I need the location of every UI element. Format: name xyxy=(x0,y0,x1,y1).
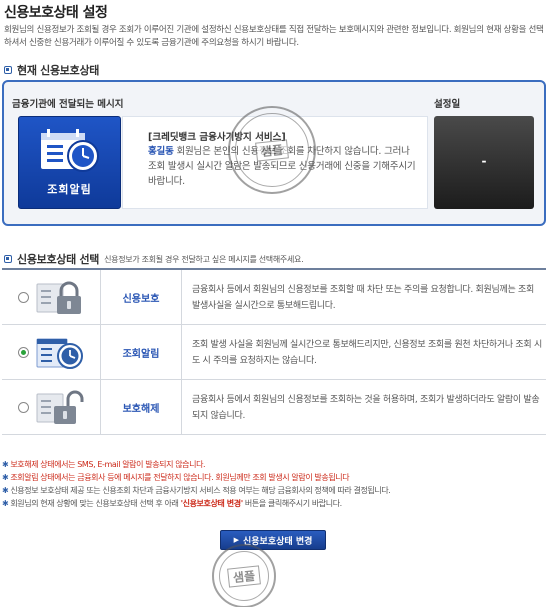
page-title: 신용보호상태 설정 xyxy=(4,5,108,21)
calendar-clock-icon xyxy=(41,129,99,172)
date-tile: - xyxy=(434,116,534,209)
note-text: 회원님의 현재 상황에 맞는 신용보호상태 선택 후 아래 xyxy=(10,499,181,508)
option-name-alert[interactable]: 조회알림 xyxy=(100,325,182,380)
notes-list: ✱ 보호해제 상태에서는 SMS, E-mail 알람이 발송되지 않습니다. ✱… xyxy=(2,458,546,510)
current-status-heading: 현재 신용보호상태 xyxy=(4,62,99,78)
note-item: ✱ 보호해제 상태에서는 SMS, E-mail 알람이 발송되지 않습니다. xyxy=(2,458,546,471)
sample-stamp-text: 샘플 xyxy=(255,138,289,162)
option-row-protect[interactable]: 신용보호 금융회사 등에서 회원님의 신용정보를 조회할 때 차단 또는 주의를… xyxy=(2,270,546,325)
note-text: 버튼을 클릭해주시기 바랍니다. xyxy=(242,499,342,508)
note-item: ✱ 조회알림 상태에서는 금융회사 등에 메시지를 전달하지 않습니다. 회원님께… xyxy=(2,471,546,484)
star-bullet-icon: ✱ xyxy=(2,499,9,508)
option-radio-release[interactable] xyxy=(18,402,29,413)
note-text: 보호해제 상태에서는 SMS, E-mail 알람이 발송되지 않습니다. xyxy=(10,460,206,469)
option-name-protect[interactable]: 신용보호 xyxy=(100,270,182,325)
calendar-clock-icon xyxy=(36,338,83,369)
note-item: ✱ 신용정보 보호상태 제공 또는 신용조회 차단과 금융사기방지 서비스 적용 … xyxy=(2,484,546,497)
note-text: 신용정보 보호상태 제공 또는 신용조회 차단과 금융사기방지 서비스 적용 여… xyxy=(10,486,391,495)
arrow-right-icon: ▶ xyxy=(233,536,239,544)
unlocked-padlock-icon xyxy=(36,390,84,424)
date-label: 설정일 xyxy=(434,99,461,110)
note-text: 조회알림 상태에서는 금융회사 등에 메시지를 전달하지 않습니다. 회원님께만… xyxy=(10,473,350,482)
option-desc-protect: 금융회사 등에서 회원님의 신용정보를 조회할 때 차단 또는 주의를 요청합니… xyxy=(192,285,534,311)
star-bullet-icon: ✱ xyxy=(2,486,9,495)
locked-padlock-icon xyxy=(36,281,81,314)
intro-text: 회원님의 신용정보가 조회될 경우 조회가 이루어진 기관에 설정하신 신용보호… xyxy=(4,25,544,48)
select-status-heading: 신용보호상태 선택 신용정보가 조회될 경우 전달하고 싶은 메시지를 선택해주… xyxy=(4,251,304,267)
option-desc-alert: 조회 발생 사실을 회원님께 실시간으로 통보해드리지만, 신용정보 조회를 원… xyxy=(192,340,542,366)
star-bullet-icon: ✱ xyxy=(2,473,9,482)
section-bullet-icon xyxy=(4,66,12,74)
note-highlight: '신용보호상태 변경' xyxy=(180,499,244,508)
star-bullet-icon: ✱ xyxy=(2,460,9,469)
section-bullet-icon xyxy=(4,255,12,263)
sample-stamp: 샘플 xyxy=(212,544,276,607)
select-status-title: 신용보호상태 선택 xyxy=(17,253,100,266)
option-row-release[interactable]: 보호해제 금융회사 등에서 회원님의 신용정보를 조회하는 것을 허용하며, 조… xyxy=(2,380,546,435)
note-item: ✱ 회원님의 현재 상황에 맞는 신용보호상태 선택 후 아래 '신용보호상태 변… xyxy=(2,497,546,510)
current-status-tile: 조회알림 xyxy=(18,116,121,209)
option-radio-protect[interactable] xyxy=(18,292,29,303)
date-value: - xyxy=(481,154,487,168)
sample-stamp-text: 샘플 xyxy=(227,564,261,588)
sample-stamp: 샘플 xyxy=(228,106,316,194)
option-name-release[interactable]: 보호해제 xyxy=(100,380,182,435)
message-label: 금융기관에 전달되는 메시지 xyxy=(12,99,124,110)
option-radio-alert[interactable] xyxy=(18,347,29,358)
member-name: 홍길동 xyxy=(148,146,174,157)
select-status-subtitle: 신용정보가 조회될 경우 전달하고 싶은 메시지를 선택해주세요. xyxy=(104,254,304,264)
status-options-table: 신용보호 금융회사 등에서 회원님의 신용정보를 조회할 때 차단 또는 주의를… xyxy=(2,268,546,435)
current-status-label: 조회알림 xyxy=(47,183,92,196)
current-status-title: 현재 신용보호상태 xyxy=(17,64,100,77)
option-desc-release: 금융회사 등에서 회원님의 신용정보를 조회하는 것을 허용하며, 조회가 발생… xyxy=(192,395,540,421)
option-row-alert[interactable]: 조회알림 조회 발생 사실을 회원님께 실시간으로 통보해드리지만, 신용정보 … xyxy=(2,325,546,380)
